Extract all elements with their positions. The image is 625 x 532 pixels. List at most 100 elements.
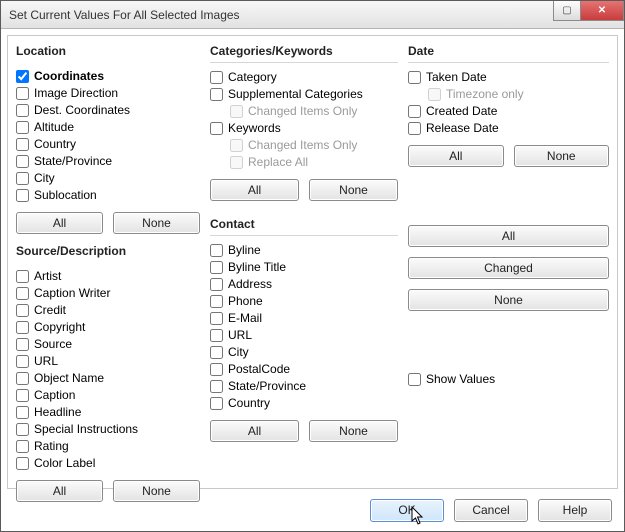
checkbox-input[interactable] [408, 122, 421, 135]
checkbox-row[interactable]: Created Date [408, 103, 609, 120]
checkbox-row[interactable]: PostalCode [210, 361, 398, 378]
date-all-button[interactable]: All [408, 145, 504, 167]
checkbox-row[interactable]: Byline [210, 242, 398, 259]
column-left: Location CoordinatesImage DirectionDest.… [16, 42, 200, 480]
checkbox-input[interactable] [210, 380, 223, 393]
checkbox-input[interactable] [408, 105, 421, 118]
checkbox-input[interactable] [210, 329, 223, 342]
source-title: Source/Description [16, 242, 200, 260]
checkbox-row[interactable]: Timezone only [408, 86, 609, 103]
global-changed-button[interactable]: Changed [408, 257, 609, 279]
checkbox-input[interactable] [16, 457, 29, 470]
categories-all-button[interactable]: All [210, 179, 299, 201]
global-none-button[interactable]: None [408, 289, 609, 311]
checkbox-row[interactable]: Source [16, 336, 200, 353]
close-button[interactable]: ✕ [580, 1, 624, 21]
checkbox-row[interactable]: Sublocation [16, 187, 200, 204]
checkbox-input[interactable] [16, 372, 29, 385]
date-none-button[interactable]: None [514, 145, 610, 167]
checkbox-row[interactable]: Taken Date [408, 69, 609, 86]
dialog-window: Set Current Values For All Selected Imag… [0, 0, 625, 532]
checkbox-row[interactable]: Color Label [16, 455, 200, 472]
checkbox-input[interactable] [210, 295, 223, 308]
checkbox-input[interactable] [16, 355, 29, 368]
checkbox-input[interactable] [210, 278, 223, 291]
contact-all-button[interactable]: All [210, 420, 299, 442]
checkbox-row[interactable]: Special Instructions [16, 421, 200, 438]
checkbox-label: Category [228, 69, 277, 86]
checkbox-row[interactable]: Caption [16, 387, 200, 404]
checkbox-input[interactable] [210, 122, 223, 135]
contact-none-button[interactable]: None [309, 420, 398, 442]
checkbox-row[interactable]: Byline Title [210, 259, 398, 276]
checkbox-row[interactable]: Replace All [210, 154, 398, 171]
checkbox-row[interactable]: Country [210, 395, 398, 412]
checkbox-row[interactable]: Image Direction [16, 85, 200, 102]
checkbox-input[interactable] [16, 172, 29, 185]
minimize-button[interactable]: ▢ [553, 1, 581, 21]
location-none-button[interactable]: None [113, 212, 200, 234]
checkbox-input[interactable] [210, 71, 223, 84]
checkbox-input[interactable] [16, 70, 29, 83]
checkbox-input[interactable] [16, 104, 29, 117]
checkbox-row[interactable]: E-Mail [210, 310, 398, 327]
separator [210, 62, 398, 63]
ok-button[interactable]: OK [370, 499, 444, 522]
checkbox-input[interactable] [16, 287, 29, 300]
checkbox-input[interactable] [16, 389, 29, 402]
checkbox-input[interactable] [16, 189, 29, 202]
checkbox-input[interactable] [210, 88, 223, 101]
checkbox-input[interactable] [210, 346, 223, 359]
checkbox-input[interactable] [210, 312, 223, 325]
checkbox-row[interactable]: Changed Items Only [210, 137, 398, 154]
checkbox-row[interactable]: Artist [16, 268, 200, 285]
categories-none-button[interactable]: None [309, 179, 398, 201]
checkbox-row[interactable]: City [16, 170, 200, 187]
checkbox-row[interactable]: URL [210, 327, 398, 344]
checkbox-row[interactable]: Coordinates [16, 68, 200, 85]
checkbox-input[interactable] [16, 304, 29, 317]
checkbox-row[interactable]: Rating [16, 438, 200, 455]
checkbox-row[interactable]: Changed Items Only [210, 103, 398, 120]
checkbox-row[interactable]: Country [16, 136, 200, 153]
checkbox-row[interactable]: Caption Writer [16, 285, 200, 302]
checkbox-row[interactable]: Phone [210, 293, 398, 310]
checkbox-row[interactable]: Headline [16, 404, 200, 421]
show-values-input[interactable] [408, 373, 421, 386]
checkbox-input[interactable] [210, 261, 223, 274]
checkbox-input[interactable] [16, 155, 29, 168]
checkbox-label: Object Name [34, 370, 104, 387]
checkbox-input[interactable] [16, 406, 29, 419]
checkbox-row[interactable]: Credit [16, 302, 200, 319]
location-all-button[interactable]: All [16, 212, 103, 234]
checkbox-row[interactable]: Release Date [408, 120, 609, 137]
checkbox-row[interactable]: Object Name [16, 370, 200, 387]
checkbox-input[interactable] [16, 270, 29, 283]
checkbox-row[interactable]: URL [16, 353, 200, 370]
checkbox-input[interactable] [16, 321, 29, 334]
show-values-checkbox[interactable]: Show Values [408, 371, 609, 388]
checkbox-input[interactable] [408, 71, 421, 84]
checkbox-row[interactable]: Dest. Coordinates [16, 102, 200, 119]
checkbox-row[interactable]: Address [210, 276, 398, 293]
checkbox-row[interactable]: City [210, 344, 398, 361]
checkbox-input[interactable] [16, 138, 29, 151]
checkbox-row[interactable]: Keywords [210, 120, 398, 137]
checkbox-row[interactable]: Copyright [16, 319, 200, 336]
checkbox-input[interactable] [16, 121, 29, 134]
checkbox-input[interactable] [16, 423, 29, 436]
checkbox-input[interactable] [16, 87, 29, 100]
checkbox-row[interactable]: Category [210, 69, 398, 86]
checkbox-input[interactable] [210, 397, 223, 410]
global-all-button[interactable]: All [408, 225, 609, 247]
checkbox-row[interactable]: Altitude [16, 119, 200, 136]
checkbox-row[interactable]: State/Province [16, 153, 200, 170]
checkbox-row[interactable]: State/Province [210, 378, 398, 395]
cancel-button[interactable]: Cancel [454, 499, 528, 522]
checkbox-input[interactable] [16, 338, 29, 351]
checkbox-row[interactable]: Supplemental Categories [210, 86, 398, 103]
checkbox-input[interactable] [210, 363, 223, 376]
help-button[interactable]: Help [538, 499, 612, 522]
checkbox-input[interactable] [210, 244, 223, 257]
checkbox-input[interactable] [16, 440, 29, 453]
